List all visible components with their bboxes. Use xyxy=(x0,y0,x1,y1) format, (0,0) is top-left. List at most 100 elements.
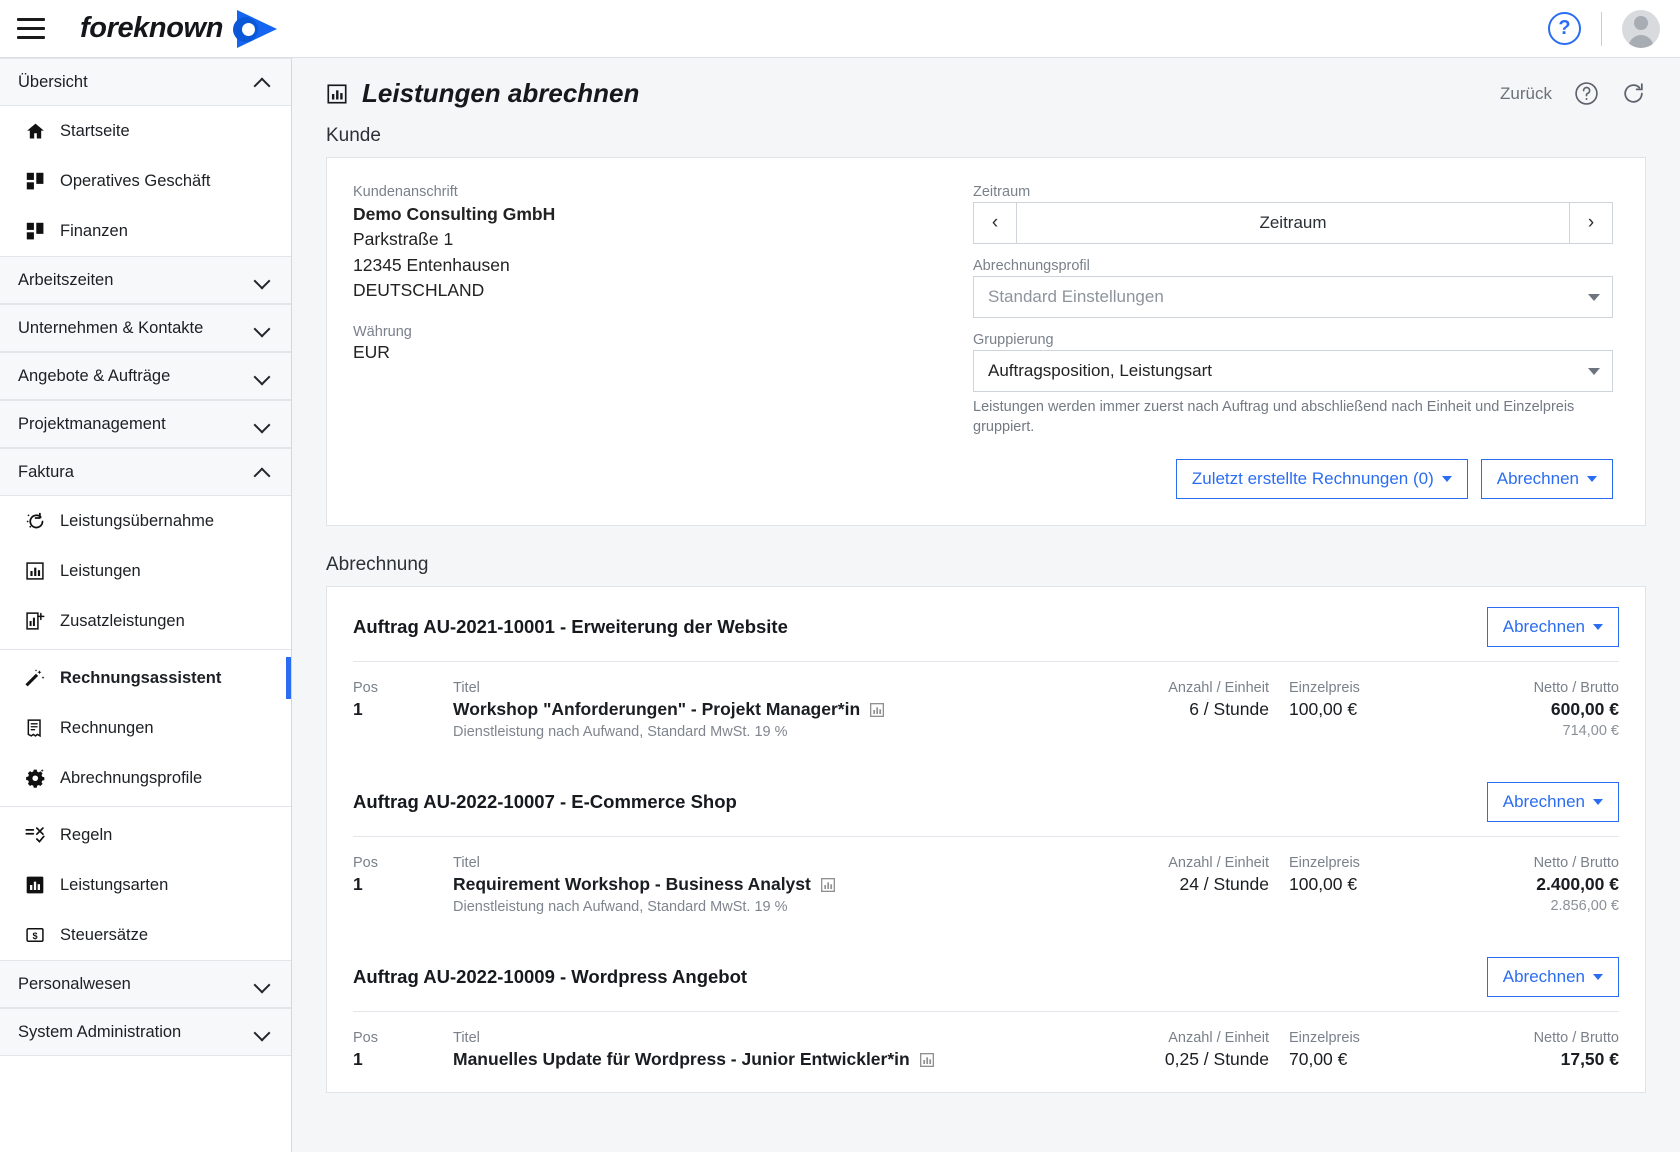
sidebar-group-arbeitszeiten[interactable]: Arbeitszeiten xyxy=(0,256,291,304)
order-abrechnen-button[interactable]: Abrechnen xyxy=(1486,957,1619,997)
cell-pos: Pos 1 xyxy=(353,855,453,895)
pos-value: 1 xyxy=(353,1049,363,1069)
abrechnung-card: Auftrag AU-2021-10001 - Erweiterung der … xyxy=(326,586,1646,1093)
hamburger-line xyxy=(17,18,45,21)
body-layout: Übersicht Startseite Operatives Geschäft xyxy=(0,58,1680,1152)
help-circle-icon[interactable]: ? xyxy=(1548,12,1581,45)
sidebar-group-label: Übersicht xyxy=(18,72,88,91)
sidebar-group-system-administration[interactable]: System Administration xyxy=(0,1008,291,1056)
bar-chart-icon[interactable] xyxy=(820,877,836,893)
sidebar-item-regeln[interactable]: Regeln xyxy=(0,810,291,860)
topbar-actions: ? xyxy=(1548,9,1660,48)
order-title: Auftrag AU-2022-10007 - E-Commerce Shop xyxy=(353,791,737,812)
cell-qty: Anzahl / Einheit 0,25 / Stunde xyxy=(1079,1030,1269,1070)
chevron-down-icon xyxy=(1593,624,1603,630)
sidebar-item-label: Rechnungsassistent xyxy=(60,668,222,687)
page-header-actions: Zurück xyxy=(1500,81,1646,106)
sidebar-group-unternehmen-kontakte[interactable]: Unternehmen & Kontakte xyxy=(0,304,291,352)
order-table: Pos 1 Titel Workshop "Anforderungen" - P… xyxy=(353,661,1619,758)
hamburger-menu-icon[interactable] xyxy=(14,15,48,43)
order-block: Auftrag AU-2022-10009 - Wordpress Angebo… xyxy=(327,937,1645,1092)
city: 12345 Entenhausen xyxy=(353,254,510,275)
cell-title: Titel Manuelles Update für Wordpress - J… xyxy=(453,1030,1079,1070)
sidebar-item-abrechnungsprofile[interactable]: Abrechnungsprofile xyxy=(0,753,291,803)
brand-name: foreknown xyxy=(80,12,224,44)
abrechnung-section-label: Abrechnung xyxy=(326,554,429,575)
sidebar-item-zusatzleistungen[interactable]: Zusatzleistungen xyxy=(0,596,291,646)
sidebar-item-rechnungsassistent[interactable]: Rechnungsassistent xyxy=(0,653,291,703)
svg-text:$: $ xyxy=(32,931,37,941)
refresh-icon[interactable] xyxy=(1621,81,1646,106)
sidebar-group-uebersicht[interactable]: Übersicht xyxy=(0,58,291,106)
column-header-pos: Pos xyxy=(353,1030,378,1046)
order-abrechnen-label: Abrechnen xyxy=(1502,967,1585,986)
chevron-down-icon xyxy=(1593,799,1603,805)
sidebar-group-personalwesen[interactable]: Personalwesen xyxy=(0,960,291,1008)
chevron-right-icon[interactable]: › xyxy=(1569,202,1613,244)
table-row: Pos 1 Titel Workshop "Anforderungen" - P… xyxy=(353,674,1619,758)
titel-subtitle: Dienstleistung nach Aufwand, Standard Mw… xyxy=(453,899,788,915)
recent-invoices-button[interactable]: Zuletzt erstellte Rechnungen (0) xyxy=(1175,459,1468,499)
sidebar-group-faktura[interactable]: Faktura xyxy=(0,448,291,496)
column-header-net: Netto / Brutto xyxy=(1533,855,1619,871)
sidebar-item-leistungen[interactable]: Leistungen xyxy=(0,546,291,596)
abrechnungsprofil-select[interactable]: Standard Einstellungen xyxy=(973,276,1613,318)
cell-qty: Anzahl / Einheit 24 / Stunde xyxy=(1079,855,1269,895)
grid-icon xyxy=(24,170,46,192)
column-header-net: Netto / Brutto xyxy=(1533,1030,1619,1046)
sidebar-item-finanzen[interactable]: Finanzen xyxy=(0,206,291,256)
help-circle-icon[interactable] xyxy=(1574,81,1599,106)
sidebar-item-steuersaetze[interactable]: $ Steuersätze xyxy=(0,910,291,960)
main-content: Leistungen abrechnen Zurück Kunde Kunden… xyxy=(292,58,1680,1152)
bar-chart-icon[interactable] xyxy=(919,1052,935,1068)
sidebar-item-leistungsarten[interactable]: Leistungsarten xyxy=(0,860,291,910)
back-button[interactable]: Zurück xyxy=(1500,84,1552,104)
abrechnung-section: Abrechnung Auftrag AU-2021-10001 - Erwei… xyxy=(292,554,1680,1093)
column-header-price: Einzelpreis xyxy=(1289,1030,1360,1046)
gruppierung-select[interactable]: Auftragsposition, Leistungsart xyxy=(973,350,1613,392)
cell-net: Netto / Brutto 600,00 € 714,00 € xyxy=(1419,680,1619,739)
order-block: Auftrag AU-2022-10007 - E-Commerce Shop … xyxy=(327,762,1645,937)
sidebar-item-rechnungen[interactable]: Rechnungen xyxy=(0,703,291,753)
invoice-icon xyxy=(24,717,46,739)
chevron-down-icon xyxy=(1593,974,1603,980)
chevron-down-icon xyxy=(1588,293,1600,301)
bar-chart-icon[interactable] xyxy=(869,702,885,718)
chevron-down-icon xyxy=(1587,476,1597,482)
order-abrechnen-button[interactable]: Abrechnen xyxy=(1486,607,1619,647)
zeitraum-value[interactable]: Zeitraum xyxy=(1017,202,1569,244)
column-header-net: Netto / Brutto xyxy=(1533,680,1619,696)
order-table: Pos 1 Titel Requirement Workshop - Busin… xyxy=(353,836,1619,933)
chevron-left-icon[interactable]: ‹ xyxy=(973,202,1017,244)
money-icon: $ xyxy=(24,924,46,946)
page-title-text: Leistungen abrechnen xyxy=(362,78,640,108)
cell-net: Netto / Brutto 2.400,00 € 2.856,00 € xyxy=(1419,855,1619,914)
order-abrechnen-button[interactable]: Abrechnen xyxy=(1486,782,1619,822)
gruppierung-label: Gruppierung xyxy=(973,332,1054,348)
abrechnungsprofil-value: Standard Einstellungen xyxy=(988,287,1164,306)
column-header-pos: Pos xyxy=(353,855,378,871)
sidebar-item-label: Zusatzleistungen xyxy=(60,611,185,630)
currency-label: Währung xyxy=(353,323,412,340)
sidebar-item-startseite[interactable]: Startseite xyxy=(0,106,291,156)
order-header: Auftrag AU-2021-10001 - Erweiterung der … xyxy=(353,607,1619,661)
order-table: Pos 1 Titel Manuelles Update für Wordpre… xyxy=(353,1011,1619,1088)
sidebar-group-projektmanagement[interactable]: Projektmanagement xyxy=(0,400,291,448)
user-avatar-icon[interactable] xyxy=(1622,9,1660,48)
titel-value: Manuelles Update für Wordpress - Junior … xyxy=(453,1049,910,1069)
cell-price: Einzelpreis 70,00 € xyxy=(1269,1030,1419,1070)
sidebar-group-angebote-auftraege[interactable]: Angebote & Aufträge xyxy=(0,352,291,400)
sidebar: Übersicht Startseite Operatives Geschäft xyxy=(0,58,292,1152)
order-title: Auftrag AU-2022-10009 - Wordpress Angebo… xyxy=(353,966,748,987)
brand-logo[interactable]: foreknown xyxy=(80,9,278,48)
sidebar-item-operatives-geschaeft[interactable]: Operatives Geschäft xyxy=(0,156,291,206)
sidebar-item-label: Leistungsarten xyxy=(60,875,169,894)
sidebar-item-leistungsuebernahme[interactable]: Leistungsübernahme xyxy=(0,496,291,546)
qty-value: 6 / Stunde xyxy=(1189,699,1269,719)
sidebar-item-label: Steuersätze xyxy=(60,925,149,944)
abrechnen-label: Abrechnen xyxy=(1496,469,1579,488)
sidebar-item-label: Rechnungen xyxy=(60,718,154,737)
currency-block: Währung EUR xyxy=(353,324,973,363)
order-title: Auftrag AU-2021-10001 - Erweiterung der … xyxy=(353,616,788,637)
abrechnen-button[interactable]: Abrechnen xyxy=(1480,459,1613,499)
